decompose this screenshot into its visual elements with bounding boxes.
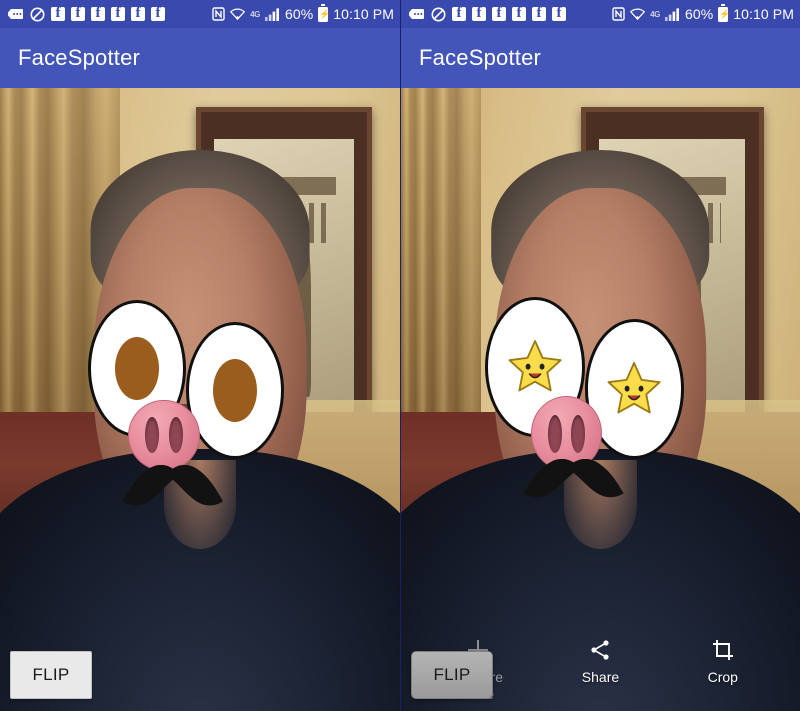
flip-button[interactable]: FLIP xyxy=(10,651,92,699)
wifi-icon xyxy=(230,8,246,20)
clock-label: 10:10 PM xyxy=(733,6,794,22)
flip-button[interactable]: FLIP xyxy=(411,651,493,699)
teeth xyxy=(572,407,629,424)
share-action[interactable]: Share xyxy=(554,635,646,686)
status-bar-system-icons: 4G 60% 10:10 PM xyxy=(212,3,394,22)
share-icon xyxy=(588,635,612,665)
signal-bars-icon xyxy=(664,7,679,21)
facebook-icon xyxy=(131,4,145,23)
do-not-disturb-icon xyxy=(30,7,45,21)
share-label: Share xyxy=(581,669,620,685)
status-bar-system-icons: 4G 60% 10:10 PM xyxy=(612,3,794,22)
nfc-icon xyxy=(212,7,225,21)
app-bar: FaceSpotter xyxy=(0,28,400,88)
facebook-icon xyxy=(111,4,125,23)
facebook-icon xyxy=(51,4,65,23)
camera-preview[interactable]: FLIP xyxy=(0,88,400,711)
facebook-icon xyxy=(71,4,85,23)
nfc-icon xyxy=(612,7,625,21)
facebook-icon xyxy=(151,4,165,23)
status-bar-notification-icons xyxy=(408,4,566,23)
status-bar: 4G 60% 10:10 PM xyxy=(0,0,400,28)
battery-percent-label: 60% xyxy=(284,6,314,22)
facebook-icon xyxy=(472,4,486,23)
photo-scene xyxy=(0,88,400,711)
status-bar: 4G 60% 10:10 PM xyxy=(401,0,800,28)
dual-screenshot-container: 4G 60% 10:10 PM FaceSpotter xyxy=(0,0,800,711)
facebook-icon xyxy=(452,4,466,23)
crop-label: Crop xyxy=(707,669,738,685)
clock-label: 10:10 PM xyxy=(333,6,394,22)
app-title: FaceSpotter xyxy=(419,45,542,70)
facebook-icon xyxy=(552,4,566,23)
facebook-icon xyxy=(91,4,105,23)
person-subject xyxy=(401,88,800,711)
person-subject xyxy=(0,88,400,711)
do-not-disturb-icon xyxy=(431,7,446,21)
app-title: FaceSpotter xyxy=(18,45,141,70)
app-bar: FaceSpotter xyxy=(401,28,800,88)
wifi-icon xyxy=(630,8,646,20)
network-type-label: 4G xyxy=(250,9,260,19)
facebook-icon xyxy=(532,4,546,23)
status-bar-notification-icons xyxy=(7,4,165,23)
message-icon xyxy=(409,8,424,19)
battery-percent-label: 60% xyxy=(684,6,714,22)
facebook-icon xyxy=(512,4,526,23)
mouth xyxy=(161,404,239,430)
signal-bars-icon xyxy=(264,7,279,21)
network-type-label: 4G xyxy=(650,9,660,19)
crop-icon xyxy=(711,635,735,665)
crop-action[interactable]: Crop xyxy=(677,635,769,686)
battery-charging-icon xyxy=(318,3,329,22)
left-phone-screen: 4G 60% 10:10 PM FaceSpotter xyxy=(0,0,400,711)
right-phone-screen: 4G 60% 10:10 PM FaceSpotter xyxy=(400,0,800,711)
message-icon xyxy=(8,8,23,19)
capture-preview[interactable]: Capturemore Share xyxy=(401,88,800,711)
mouth xyxy=(562,404,639,441)
battery-charging-icon xyxy=(718,3,729,22)
photo-scene xyxy=(401,88,800,711)
facebook-icon xyxy=(492,4,506,23)
